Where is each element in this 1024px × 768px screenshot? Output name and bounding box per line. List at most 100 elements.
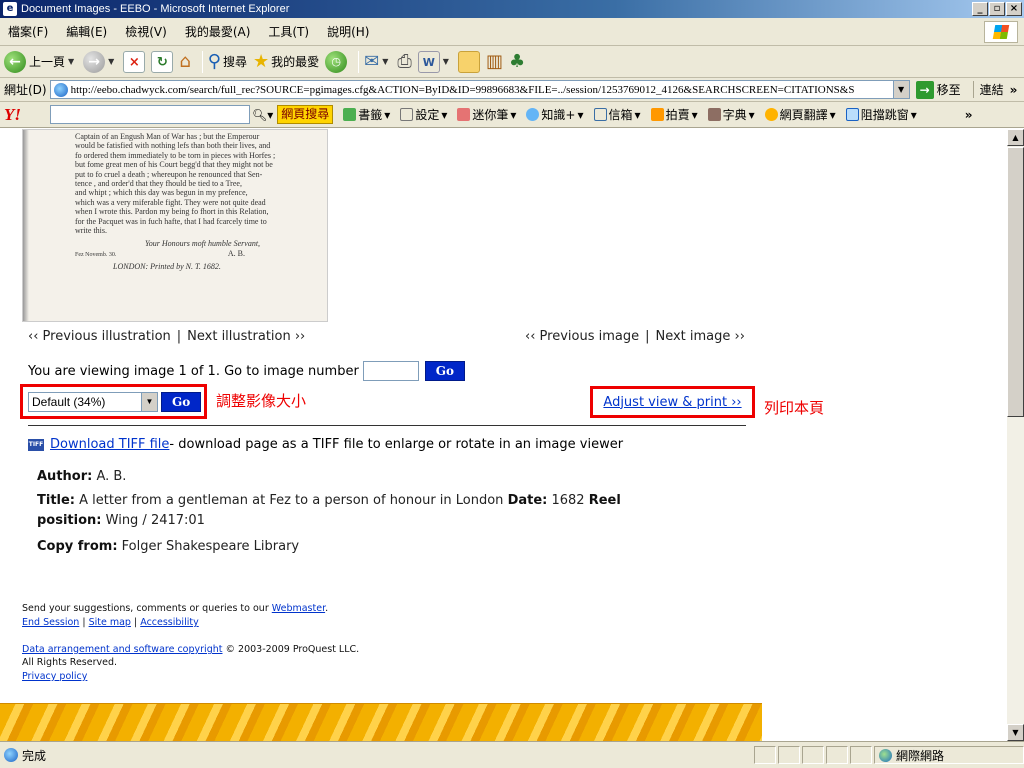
menu-file[interactable]: 檔案(F) xyxy=(6,21,50,42)
chevron-right-icon[interactable]: » xyxy=(965,108,973,122)
forward-dropdown-icon[interactable]: ▼ xyxy=(108,57,114,66)
illustration-nav: ‹‹ Previous illustration | Next illustrati… xyxy=(28,329,305,344)
favorites-button[interactable]: ★ 我的最愛 xyxy=(253,49,319,75)
close-button[interactable]: × xyxy=(1006,2,1022,16)
yahoo-auction[interactable]: 拍賣 ▾ xyxy=(650,106,698,123)
history-button[interactable]: ◷ xyxy=(325,49,348,75)
status-cell xyxy=(778,746,800,764)
menu-edit[interactable]: 編輯(E) xyxy=(64,21,109,42)
menu-favorites[interactable]: 我的最愛(A) xyxy=(183,21,253,42)
suggestions-text: Send your suggestions, comments or queri… xyxy=(22,603,272,614)
refresh-button[interactable]: ↻ xyxy=(151,49,174,75)
adjust-view-print-link[interactable]: Adjust view & print ›› xyxy=(603,395,741,410)
mail-button[interactable]: ✉ ▼ xyxy=(364,49,391,75)
yahoo-dictionary-label: 字典 xyxy=(722,108,747,122)
yahoo-logo[interactable]: Y! xyxy=(4,105,44,125)
search-icon[interactable]: 🔍︎▾ xyxy=(252,108,273,122)
address-bar: 網址(D) http://eebo.chadwyck.com/search/fu… xyxy=(0,78,1024,102)
yahoo-dictionary[interactable]: 字典 ▾ xyxy=(707,106,755,123)
zoom-annotation: 調整影像大小 xyxy=(216,392,307,410)
status-cell xyxy=(754,746,776,764)
chevron-right-icon[interactable]: » xyxy=(1010,83,1018,97)
image-number-input[interactable] xyxy=(362,361,419,381)
go-to-image-button[interactable]: Go xyxy=(424,361,466,381)
document-page-image: Captain of an Engush Man of War has ; bu… xyxy=(22,129,328,322)
search-icon: ⚲ xyxy=(207,50,221,72)
mail-dropdown-icon[interactable]: ▼ xyxy=(382,57,388,66)
menu-tools[interactable]: 工具(T) xyxy=(266,21,311,42)
go-arrow-icon[interactable]: → xyxy=(915,80,934,99)
forward-button[interactable]: → ▼ xyxy=(83,49,117,75)
yahoo-settings[interactable]: 設定 ▾ xyxy=(400,106,447,123)
yahoo-popup-blocker-label: 阻擋跳窗 xyxy=(860,108,909,122)
scroll-down-icon[interactable]: ▼ xyxy=(1007,724,1024,741)
footer-rights: All Rights Reserved. xyxy=(22,657,118,668)
links-button[interactable]: 連結 xyxy=(972,81,1004,98)
printer-icon: ⎙ xyxy=(397,50,412,72)
knowledge-icon xyxy=(526,108,540,121)
back-button[interactable]: ← 上一頁 ▼ xyxy=(4,49,77,75)
back-dropdown-icon[interactable]: ▼ xyxy=(68,57,74,66)
scroll-up-icon[interactable]: ▲ xyxy=(1007,129,1024,146)
go-button[interactable]: 移至 xyxy=(937,81,961,98)
address-input[interactable]: http://eebo.chadwyck.com/search/full_rec… xyxy=(49,80,910,99)
author-value: A. B. xyxy=(92,469,127,484)
yahoo-knowledge[interactable]: 知識+ ▾ xyxy=(526,106,584,123)
zoom-go-button[interactable]: Go xyxy=(161,391,202,412)
print-button[interactable]: ⎙ xyxy=(397,49,411,75)
menu-view[interactable]: 檢視(V) xyxy=(123,21,169,42)
yahoo-bookmarks[interactable]: 書籤 ▾ xyxy=(343,106,390,123)
scroll-thumb[interactable] xyxy=(1007,147,1024,417)
home-button[interactable]: ⌂ xyxy=(179,49,190,75)
address-url[interactable]: http://eebo.chadwyck.com/search/full_rec… xyxy=(71,84,893,96)
vertical-scrollbar[interactable]: ▲ ▼ xyxy=(1007,129,1024,741)
viewing-text: You are viewing image 1 of 1. Go to imag… xyxy=(28,363,359,379)
nav-separator: | xyxy=(176,329,182,344)
privacy-policy-link[interactable]: Privacy policy xyxy=(22,671,87,682)
yahoo-search-button[interactable]: 網頁搜尋 xyxy=(277,105,334,124)
yahoo-search-input[interactable] xyxy=(50,105,250,124)
restore-button[interactable]: ▫ xyxy=(989,2,1005,16)
title-label: Title: xyxy=(37,493,76,508)
copyright-link[interactable]: Data arrangement and software copyright xyxy=(22,644,222,655)
minimize-button[interactable]: _ xyxy=(972,2,988,16)
footer-copyright: Data arrangement and software copyright … xyxy=(22,644,359,655)
folder-button[interactable] xyxy=(457,49,480,75)
yahoo-translate[interactable]: 網頁翻譯 ▾ xyxy=(764,106,836,123)
download-tiff-link[interactable]: Download TIFF file xyxy=(50,437,169,452)
edit-button[interactable]: W ▼ xyxy=(417,49,452,75)
footer-privacy: Privacy policy xyxy=(22,671,87,682)
search-button[interactable]: ⚲ 搜尋 xyxy=(208,49,247,75)
research-button[interactable]: ▥ xyxy=(486,49,503,75)
chevron-down-icon[interactable]: ▼ xyxy=(141,392,157,411)
messenger-button[interactable]: ♣ xyxy=(509,49,525,75)
address-label: 網址(D) xyxy=(4,83,47,97)
edit-dropdown-icon[interactable]: ▼ xyxy=(443,57,449,66)
yahoo-mail[interactable]: 信箱 ▾ xyxy=(593,106,641,123)
scan-place-line: Fez Novemb. 30. A. B. xyxy=(75,249,277,260)
footer-suggestions: Send your suggestions, comments or queri… xyxy=(22,603,328,614)
stop-button[interactable]: × xyxy=(123,49,146,75)
menu-help[interactable]: 說明(H) xyxy=(325,21,371,42)
date-label: Date: xyxy=(507,493,548,508)
zoom-select[interactable]: Default (34%) ▼ xyxy=(28,391,158,412)
print-highlight-box: Adjust view & print ›› xyxy=(590,386,755,418)
title-value: A letter from a gentleman at Fez to a pe… xyxy=(75,493,508,508)
download-tiff-row: TIFF Download TIFF file - download page … xyxy=(28,437,623,452)
webmaster-link[interactable]: Webmaster xyxy=(272,603,325,614)
previous-illustration-link[interactable]: ‹‹ Previous illustration xyxy=(28,329,171,344)
yahoo-notepad[interactable]: 迷你筆 ▾ xyxy=(457,106,516,123)
author-row: Author: A. B. xyxy=(37,469,126,484)
previous-image-link[interactable]: ‹‹ Previous image xyxy=(525,329,639,344)
address-dropdown-icon[interactable]: ▼ xyxy=(892,81,909,98)
yahoo-popup-blocker[interactable]: 阻擋跳窗 ▾ xyxy=(845,106,917,123)
end-session-link[interactable]: End Session xyxy=(22,617,79,628)
scan-line: for the Pacquet was in fuch hafte, that … xyxy=(75,216,267,226)
next-illustration-link[interactable]: Next illustration ›› xyxy=(187,329,305,344)
site-map-link[interactable]: Site map xyxy=(89,617,131,628)
title-row: Title: A letter from a gentleman at Fez … xyxy=(37,491,657,531)
scan-place: Fez Novemb. 30. xyxy=(75,251,117,258)
scan-initials: A. B. xyxy=(227,248,245,258)
next-image-link[interactable]: Next image ›› xyxy=(655,329,744,344)
accessibility-link[interactable]: Accessibility xyxy=(140,617,198,628)
